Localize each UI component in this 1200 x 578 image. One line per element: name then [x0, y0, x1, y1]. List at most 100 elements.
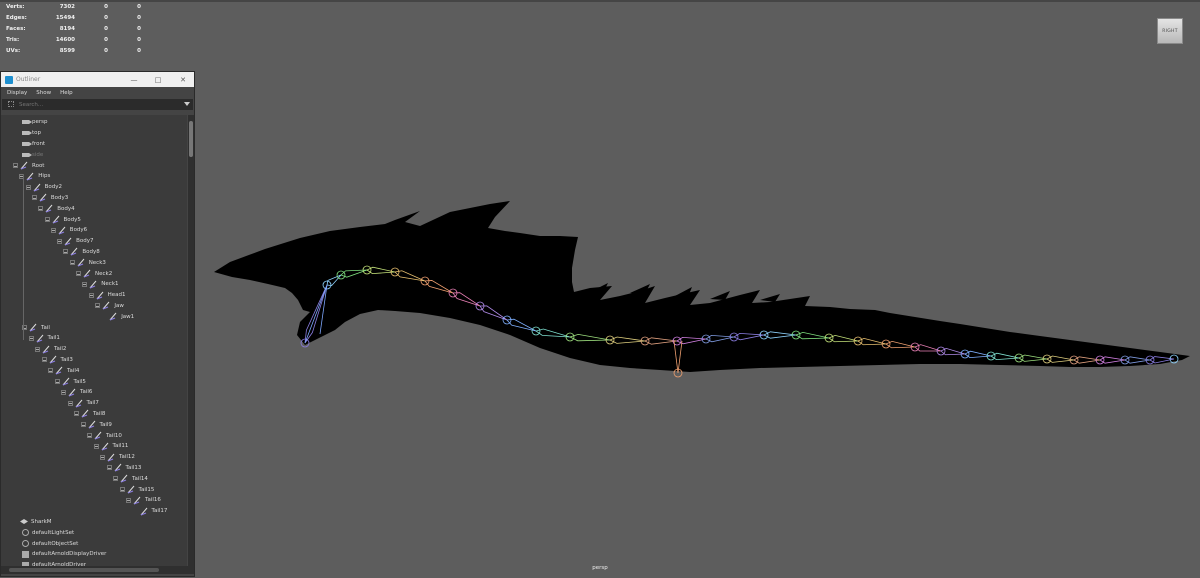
- menu-display[interactable]: Display: [7, 90, 27, 96]
- menu-help[interactable]: Help: [60, 90, 73, 96]
- outliner-titlebar[interactable]: Outliner — □ ✕: [1, 72, 194, 87]
- joint-icon: [26, 172, 35, 181]
- view-cube[interactable]: RIGHT: [1157, 18, 1183, 44]
- collapse-toggle-icon[interactable]: [54, 379, 60, 385]
- camera-item[interactable]: top: [22, 128, 41, 139]
- collapse-toggle-icon[interactable]: [50, 227, 56, 233]
- joint-item[interactable]: Tail5: [54, 376, 86, 387]
- joint-item[interactable]: Tail17: [140, 506, 167, 517]
- collapse-toggle-icon[interactable]: [113, 476, 118, 482]
- collapse-toggle-icon[interactable]: [61, 389, 66, 395]
- collapse-toggle-icon[interactable]: [69, 260, 75, 266]
- joint-item[interactable]: Tail13: [106, 463, 142, 474]
- collapse-toggle-icon[interactable]: [93, 443, 99, 449]
- joint-icon: [33, 183, 42, 192]
- joint-item[interactable]: Tail8: [74, 409, 105, 420]
- vertical-scrollbar[interactable]: [188, 115, 194, 566]
- collapse-toggle-icon[interactable]: [88, 292, 94, 298]
- mesh-icon: [20, 519, 28, 525]
- search-dropdown-icon[interactable]: [184, 102, 190, 106]
- collapse-toggle-icon[interactable]: [82, 281, 88, 287]
- joint-item[interactable]: Body2: [25, 182, 62, 193]
- collapse-toggle-icon[interactable]: [80, 422, 86, 428]
- joint-item[interactable]: Tail7: [67, 398, 99, 409]
- set-item[interactable]: defaultLightSet: [22, 527, 74, 538]
- joint-item[interactable]: Body7: [57, 236, 93, 247]
- collapse-toggle-icon[interactable]: [31, 195, 37, 201]
- collapse-toggle-icon[interactable]: [87, 433, 92, 439]
- menu-show[interactable]: Show: [36, 90, 51, 96]
- joint-item[interactable]: Jaw: [95, 301, 124, 312]
- outliner-item-label: SharkM: [31, 518, 52, 525]
- camera-item[interactable]: persp: [22, 117, 48, 128]
- collapse-toggle-icon[interactable]: [38, 206, 44, 212]
- collapse-toggle-icon[interactable]: [13, 163, 18, 169]
- hud-value: 0: [104, 47, 108, 54]
- joint-item[interactable]: Tail1: [28, 333, 60, 344]
- joint-item[interactable]: Root: [13, 160, 44, 171]
- mesh-item[interactable]: SharkM: [20, 517, 52, 528]
- hud-value: 0: [104, 36, 108, 43]
- driver-item[interactable]: defaultArnoldDisplayDriver: [22, 549, 106, 560]
- outliner-search-bar[interactable]: [2, 99, 193, 110]
- joint-item[interactable]: Body8: [63, 247, 100, 258]
- joint-item[interactable]: Tail14: [113, 473, 148, 484]
- set-item[interactable]: defaultObjectSet: [22, 538, 78, 549]
- collapse-toggle-icon[interactable]: [74, 411, 79, 417]
- joint-item[interactable]: Tail11: [93, 441, 128, 452]
- minimize-icon[interactable]: —: [123, 72, 145, 87]
- joint-item[interactable]: Tail2: [35, 344, 66, 355]
- collapse-toggle-icon[interactable]: [106, 465, 112, 471]
- joint-item[interactable]: Tail6: [61, 387, 92, 398]
- joint-item[interactable]: Tail12: [100, 452, 135, 463]
- joint-item[interactable]: Neck2: [76, 268, 112, 279]
- joint-item[interactable]: Neck3: [69, 257, 106, 268]
- outliner-item-label: Tail: [41, 324, 50, 331]
- collapse-toggle-icon[interactable]: [76, 271, 81, 277]
- joint-item[interactable]: Tail3: [41, 355, 73, 366]
- collapse-toggle-icon[interactable]: [28, 335, 34, 341]
- close-icon[interactable]: ✕: [172, 72, 194, 87]
- joint-icon: [127, 485, 136, 494]
- collapse-toggle-icon[interactable]: [95, 303, 101, 309]
- collapse-toggle-icon[interactable]: [100, 454, 105, 460]
- joint-item[interactable]: Body4: [38, 203, 75, 214]
- collapse-toggle-icon[interactable]: [67, 400, 73, 406]
- joint-item[interactable]: Tail16: [126, 495, 161, 506]
- vertical-scroll-thumb[interactable]: [189, 121, 193, 157]
- joint-item[interactable]: Tail10: [87, 430, 122, 441]
- horizontal-scroll-thumb[interactable]: [9, 568, 159, 572]
- collapse-toggle-icon[interactable]: [119, 487, 125, 493]
- joint-item[interactable]: Tail15: [119, 484, 154, 495]
- collapse-toggle-icon[interactable]: [57, 238, 63, 244]
- horizontal-scrollbar[interactable]: [1, 566, 194, 574]
- joint-icon: [20, 161, 29, 170]
- joint-item[interactable]: Body3: [31, 193, 69, 204]
- joint-item[interactable]: Body6: [50, 225, 87, 236]
- outliner-item-label: Tail13: [125, 464, 142, 471]
- collapse-toggle-icon[interactable]: [48, 368, 53, 374]
- outliner-item-label: Tail10: [106, 432, 122, 439]
- joint-item[interactable]: Body5: [44, 214, 81, 225]
- filter-icon[interactable]: [8, 101, 14, 107]
- collapse-toggle-icon[interactable]: [41, 357, 47, 363]
- collapse-toggle-icon[interactable]: [35, 346, 40, 352]
- maximize-icon[interactable]: □: [147, 72, 169, 87]
- camera-item[interactable]: front: [22, 139, 45, 150]
- search-input[interactable]: [2, 101, 179, 108]
- outliner-item-label: Body3: [50, 194, 69, 201]
- joint-item[interactable]: Neck1: [82, 279, 119, 290]
- collapse-toggle-icon[interactable]: [126, 497, 131, 503]
- joint-item[interactable]: Jaw1: [109, 311, 134, 322]
- joint-item[interactable]: Tail9: [80, 419, 112, 430]
- collapse-toggle-icon[interactable]: [44, 217, 50, 223]
- joint-icon: [29, 323, 38, 332]
- joint-item[interactable]: Tail: [22, 322, 50, 333]
- joint-item[interactable]: Tail4: [48, 365, 79, 376]
- collapse-toggle-icon[interactable]: [63, 249, 69, 255]
- outliner-panel[interactable]: Outliner — □ ✕ Display Show Help persp top f…: [0, 71, 195, 577]
- joint-item[interactable]: Head1: [88, 290, 125, 301]
- collapse-toggle-icon[interactable]: [25, 184, 31, 190]
- outliner-tree[interactable]: persp top front side Root Hips Body2 Body3 Body4…: [1, 115, 187, 566]
- camera-item[interactable]: side: [22, 149, 43, 160]
